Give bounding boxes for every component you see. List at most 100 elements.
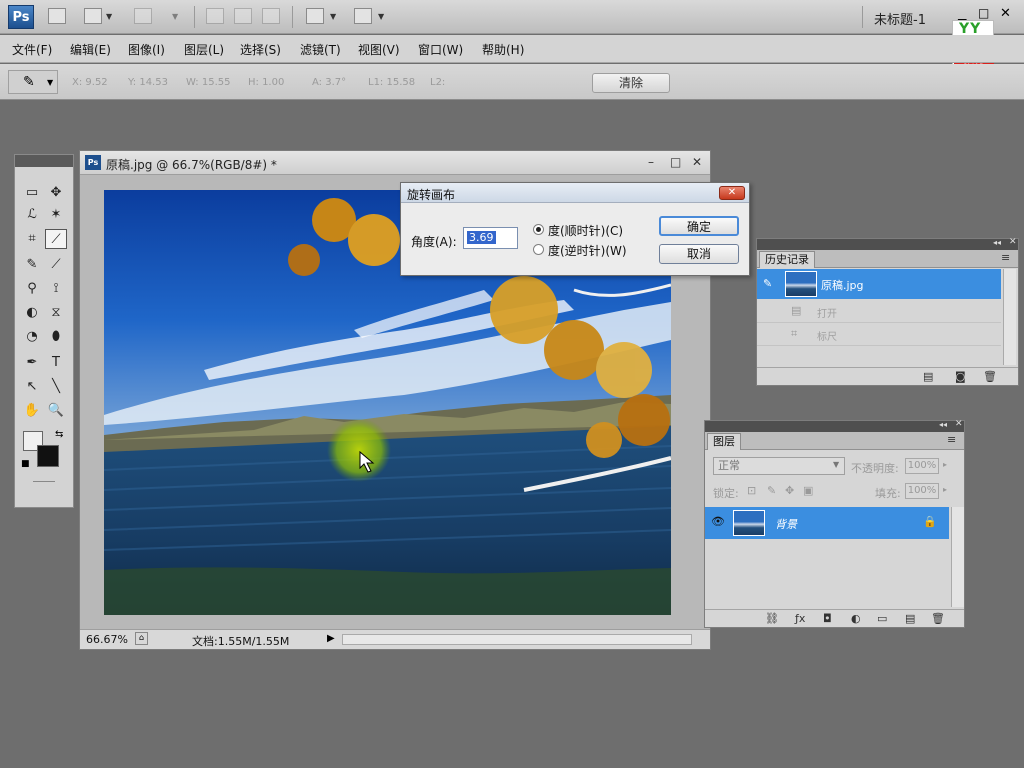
- history-brush-icon[interactable]: ⟟: [45, 279, 67, 299]
- swap-colors-icon[interactable]: ⇆: [55, 429, 63, 440]
- radio-counterclockwise[interactable]: [533, 244, 544, 255]
- document-close-button[interactable]: ✕: [692, 155, 702, 169]
- radio-clockwise[interactable]: [533, 224, 544, 235]
- status-arrow-icon[interactable]: ▶: [327, 633, 335, 644]
- lock-pixels-icon[interactable]: ✎: [767, 484, 776, 497]
- minibridge-icon[interactable]: [84, 8, 102, 24]
- document-tab-label[interactable]: 原稿.jpg @ 66.7%(RGB/8#) *: [106, 156, 277, 173]
- history-snapshot[interactable]: ✎ 原稿.jpg: [757, 269, 1001, 299]
- default-colors-icon[interactable]: ■: [21, 459, 30, 469]
- tab-layers[interactable]: 图层: [707, 433, 741, 450]
- line-tool-icon[interactable]: ╲: [45, 377, 67, 397]
- document-titlebar[interactable]: Ps 原稿.jpg @ 66.7%(RGB/8#) * – □ ✕: [80, 151, 710, 175]
- close-icon[interactable]: ✕: [955, 419, 963, 429]
- panel-menu-icon[interactable]: ≡: [1001, 251, 1010, 264]
- chevron-right-icon[interactable]: ▸: [943, 460, 947, 469]
- photoshop-logo[interactable]: Ps: [8, 5, 34, 29]
- history-step[interactable]: ▤ 打开: [757, 300, 1001, 323]
- arrange-icon[interactable]: [306, 8, 324, 24]
- paint-bucket-icon[interactable]: ⧖: [45, 303, 67, 323]
- fill-input[interactable]: 100%: [905, 483, 939, 499]
- history-brush-icon[interactable]: ✎: [763, 277, 772, 290]
- chevron-down-icon[interactable]: ▼: [378, 12, 384, 21]
- ruler-tool-icon[interactable]: ⟋: [45, 229, 67, 249]
- layers-panel-header[interactable]: ◂◂ ✕: [705, 419, 964, 432]
- chevron-down-icon[interactable]: ▼: [330, 12, 336, 21]
- stamp-icon[interactable]: [234, 8, 252, 24]
- cancel-button[interactable]: 取消: [659, 244, 739, 264]
- document-maximize-button[interactable]: □: [670, 155, 681, 169]
- type-tool-icon[interactable]: T: [45, 353, 67, 373]
- clear-button[interactable]: 清除: [592, 73, 670, 93]
- crop-tool-icon[interactable]: ⌗: [21, 229, 43, 249]
- angle-input[interactable]: 3.69: [463, 227, 518, 249]
- panel-menu-icon[interactable]: ≡: [947, 433, 956, 446]
- collapse-icon[interactable]: ◂◂: [993, 238, 1001, 247]
- layer-name[interactable]: 背景: [775, 516, 797, 532]
- menu-select[interactable]: 选择(S): [240, 41, 281, 58]
- hand-tool-icon[interactable]: ✋: [21, 401, 43, 421]
- maximize-button[interactable]: □: [978, 6, 989, 20]
- close-button[interactable]: ✕: [1000, 6, 1011, 21]
- horizontal-scrollbar[interactable]: [342, 634, 692, 645]
- dialog-titlebar[interactable]: 旋转画布 ✕: [401, 183, 749, 203]
- menu-filter[interactable]: 滤镜(T): [300, 41, 341, 58]
- chevron-right-icon[interactable]: ▸: [943, 485, 947, 494]
- new-document-icon[interactable]: ▤: [923, 370, 933, 383]
- layers-scrollbar[interactable]: [951, 507, 964, 607]
- status-menu-icon[interactable]: ⌂: [135, 632, 148, 645]
- eraser-icon[interactable]: [262, 8, 280, 24]
- opacity-input[interactable]: 100%: [905, 458, 939, 474]
- document-minimize-button[interactable]: –: [648, 155, 654, 169]
- visibility-eye-icon[interactable]: 👁: [711, 515, 725, 528]
- bridge-icon[interactable]: [48, 8, 66, 24]
- layer-row-background[interactable]: 👁 背景 🔒: [705, 507, 949, 539]
- pen-tool-icon[interactable]: ✒: [21, 353, 43, 373]
- healing-brush-icon[interactable]: ✎: [21, 255, 43, 275]
- blur-tool-icon[interactable]: ◔: [21, 327, 43, 347]
- menu-help[interactable]: 帮助(H): [482, 41, 524, 58]
- zoom-tool-icon[interactable]: 🔍: [45, 401, 67, 421]
- collapse-icon[interactable]: ◂◂: [939, 420, 947, 429]
- adjustment-layer-icon[interactable]: ◐: [851, 612, 861, 625]
- close-icon[interactable]: ✕: [1009, 237, 1017, 247]
- magic-wand-icon[interactable]: ✶: [45, 205, 67, 225]
- undo-icon[interactable]: [134, 8, 152, 24]
- menu-edit[interactable]: 编辑(E): [70, 41, 111, 58]
- clone-stamp-icon[interactable]: ⚲: [21, 279, 43, 299]
- dialog-close-button[interactable]: ✕: [719, 186, 745, 200]
- menu-image[interactable]: 图像(I): [128, 41, 165, 58]
- ok-button[interactable]: 确定: [659, 216, 739, 236]
- dodge-tool-icon[interactable]: ⬮: [45, 327, 67, 347]
- history-panel-header[interactable]: ◂◂ ✕: [757, 237, 1018, 250]
- new-layer-icon[interactable]: ▤: [905, 612, 915, 625]
- path-select-icon[interactable]: ↖: [21, 377, 43, 397]
- layer-style-icon[interactable]: ƒx: [795, 612, 805, 625]
- snapshot-icon[interactable]: ◙: [955, 370, 966, 383]
- tool-preset-picker[interactable]: ✎ ▼: [8, 70, 58, 94]
- chevron-down-icon[interactable]: ▼: [106, 12, 112, 21]
- brush-tool-icon[interactable]: ⟋: [45, 255, 67, 275]
- new-group-icon[interactable]: ▭: [877, 612, 887, 625]
- screen-mode-icon[interactable]: [354, 8, 372, 24]
- marquee-tool-icon[interactable]: ▭: [21, 183, 43, 203]
- menu-file[interactable]: 文件(F): [12, 41, 52, 58]
- blend-mode-select[interactable]: 正常: [713, 457, 845, 475]
- background-color[interactable]: [37, 445, 59, 467]
- layer-mask-icon[interactable]: ◘: [823, 612, 832, 625]
- zoom-level[interactable]: 66.67%: [86, 633, 128, 646]
- history-step[interactable]: ⌗ 标尺: [757, 323, 1001, 346]
- menu-view[interactable]: 视图(V): [358, 41, 400, 58]
- move-tool-icon[interactable]: ✥: [45, 183, 67, 203]
- lasso-tool-icon[interactable]: ℒ: [21, 205, 43, 225]
- lock-all-icon[interactable]: ▣: [803, 484, 813, 497]
- lock-position-icon[interactable]: ✥: [785, 484, 794, 497]
- tools-panel-header[interactable]: [15, 155, 73, 167]
- brush-icon[interactable]: [206, 8, 224, 24]
- chevron-down-icon[interactable]: ▼: [172, 12, 178, 21]
- menu-window[interactable]: 窗口(W): [418, 41, 463, 58]
- trash-icon[interactable]: 🗑: [931, 612, 945, 625]
- menu-layer[interactable]: 图层(L): [184, 41, 224, 58]
- trash-icon[interactable]: 🗑: [983, 370, 997, 383]
- eraser-tool-icon[interactable]: ◐: [21, 303, 43, 323]
